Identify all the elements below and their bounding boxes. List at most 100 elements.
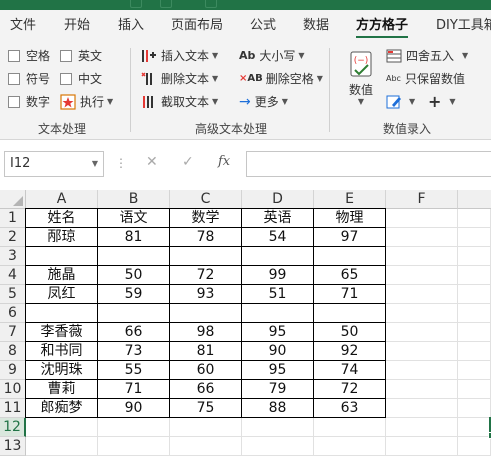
- table-cell[interactable]: [25, 303, 98, 323]
- row-header[interactable]: 1: [0, 209, 26, 228]
- table-cell[interactable]: 51: [241, 284, 314, 304]
- table-cell[interactable]: [97, 303, 170, 323]
- table-cell[interactable]: [386, 266, 458, 285]
- table-cell[interactable]: 54: [241, 227, 314, 247]
- table-cell[interactable]: 英语: [241, 208, 314, 228]
- table-cell[interactable]: [386, 285, 458, 304]
- table-cell[interactable]: [458, 247, 491, 266]
- table-cell[interactable]: [241, 246, 314, 266]
- table-cell[interactable]: 邴琼: [25, 227, 98, 247]
- table-cell[interactable]: [98, 437, 170, 456]
- column-header[interactable]: D: [242, 190, 314, 209]
- table-cell[interactable]: [386, 437, 458, 456]
- table-cell[interactable]: 姓名: [25, 208, 98, 228]
- table-cell[interactable]: 72: [169, 265, 242, 285]
- table-cell[interactable]: [386, 418, 458, 437]
- table-cell[interactable]: 李香薇: [25, 322, 98, 342]
- table-cell[interactable]: 72: [313, 379, 386, 399]
- table-cell[interactable]: 71: [97, 379, 170, 399]
- delete-spaces-button[interactable]: ×AB 删除空格 ▼: [239, 70, 323, 88]
- table-cell[interactable]: 88: [241, 398, 314, 418]
- table-cell[interactable]: [458, 380, 491, 399]
- option-symbol[interactable]: 符号: [8, 70, 50, 88]
- execute-button[interactable]: 执行 ▼: [60, 93, 113, 111]
- table-cell[interactable]: 74: [313, 360, 386, 380]
- table-cell[interactable]: 66: [97, 322, 170, 342]
- row-header[interactable]: 7: [0, 323, 26, 342]
- tab-page-layout[interactable]: 页面布局: [171, 10, 223, 42]
- column-header[interactable]: A: [26, 190, 98, 209]
- table-cell[interactable]: 73: [97, 341, 170, 361]
- number-button[interactable]: (−) 数值 ▼: [346, 50, 376, 114]
- enter-icon[interactable]: ✓: [182, 154, 194, 170]
- column-header[interactable]: F: [386, 190, 458, 209]
- table-cell[interactable]: 81: [169, 341, 242, 361]
- row-header[interactable]: 8: [0, 342, 26, 361]
- round-button[interactable]: 四舍五入 ▼: [386, 47, 468, 65]
- table-cell[interactable]: 和书同: [25, 341, 98, 361]
- table-cell[interactable]: 语文: [97, 208, 170, 228]
- table-cell[interactable]: [458, 266, 491, 285]
- row-header[interactable]: 11: [0, 399, 26, 418]
- table-cell[interactable]: [26, 437, 98, 456]
- table-cell[interactable]: [386, 304, 458, 323]
- column-header[interactable]: B: [98, 190, 170, 209]
- table-cell[interactable]: [386, 247, 458, 266]
- table-cell[interactable]: 50: [97, 265, 170, 285]
- table-cell[interactable]: [242, 418, 314, 437]
- table-cell[interactable]: 郎痴梦: [25, 398, 98, 418]
- table-cell[interactable]: [314, 418, 386, 437]
- row-header[interactable]: 9: [0, 361, 26, 380]
- select-all-corner[interactable]: [0, 190, 26, 209]
- option-space[interactable]: 空格: [8, 47, 50, 65]
- row-header[interactable]: 6: [0, 304, 26, 323]
- table-cell[interactable]: [458, 285, 491, 304]
- quick-access-icon[interactable]: [205, 0, 217, 8]
- row-header[interactable]: 12: [0, 418, 26, 437]
- tab-home[interactable]: 开始: [64, 10, 90, 42]
- table-cell[interactable]: [386, 323, 458, 342]
- table-cell[interactable]: [458, 399, 491, 418]
- table-cell[interactable]: [169, 246, 242, 266]
- edit-button[interactable]: ▼: [386, 93, 415, 111]
- table-cell[interactable]: 50: [313, 322, 386, 342]
- option-english[interactable]: 英文: [60, 47, 102, 65]
- quick-access-icon[interactable]: [160, 0, 172, 8]
- insert-text-button[interactable]: 插入文本 ▼: [141, 47, 218, 65]
- table-cell[interactable]: 65: [313, 265, 386, 285]
- table-cell[interactable]: 60: [169, 360, 242, 380]
- table-cell[interactable]: 物理: [313, 208, 386, 228]
- table-cell[interactable]: [313, 246, 386, 266]
- table-cell[interactable]: 55: [97, 360, 170, 380]
- table-cell[interactable]: [170, 437, 242, 456]
- table-cell[interactable]: 92: [313, 341, 386, 361]
- name-box[interactable]: I12 ▼: [4, 151, 104, 177]
- table-cell[interactable]: [170, 418, 242, 437]
- table-cell[interactable]: 曹莉: [25, 379, 98, 399]
- table-cell[interactable]: [26, 418, 98, 437]
- tab-insert[interactable]: 插入: [118, 10, 144, 42]
- table-cell[interactable]: 97: [313, 227, 386, 247]
- case-button[interactable]: Ab 大小写 ▼: [239, 47, 305, 65]
- row-header[interactable]: 5: [0, 285, 26, 304]
- table-cell[interactable]: [386, 209, 458, 228]
- table-cell[interactable]: [458, 418, 491, 437]
- table-cell[interactable]: [386, 380, 458, 399]
- checkbox[interactable]: [8, 50, 20, 62]
- row-header[interactable]: 4: [0, 266, 26, 285]
- row-header[interactable]: 2: [0, 228, 26, 247]
- column-header[interactable]: [458, 190, 491, 209]
- table-cell[interactable]: [242, 437, 314, 456]
- table-cell[interactable]: [458, 304, 491, 323]
- delete-text-button[interactable]: 删除文本 ▼: [141, 70, 218, 88]
- table-cell[interactable]: [241, 303, 314, 323]
- table-cell[interactable]: 71: [313, 284, 386, 304]
- table-cell[interactable]: 75: [169, 398, 242, 418]
- option-chinese[interactable]: 中文: [60, 70, 102, 88]
- formula-input[interactable]: [246, 151, 491, 177]
- row-header[interactable]: 10: [0, 380, 26, 399]
- tab-data[interactable]: 数据: [303, 10, 329, 42]
- table-cell[interactable]: [386, 361, 458, 380]
- table-cell[interactable]: 81: [97, 227, 170, 247]
- table-cell[interactable]: 90: [97, 398, 170, 418]
